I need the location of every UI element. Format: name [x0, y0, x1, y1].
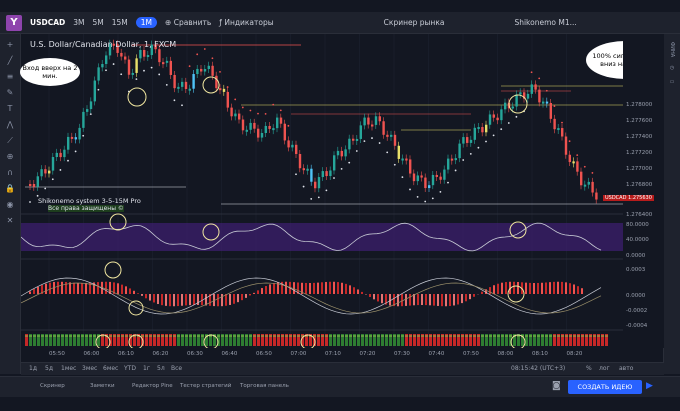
time-tick: 05:50	[49, 351, 65, 357]
time-tick: 06:30	[187, 351, 203, 357]
timeframe-3m[interactable]: 3M	[73, 18, 84, 27]
time-tick: 08:00	[497, 351, 514, 357]
range-1m[interactable]: 1мес	[61, 365, 76, 372]
brush-icon[interactable]: ✎	[5, 88, 15, 98]
time-tick: 06:00	[83, 351, 100, 357]
timeframe-15m[interactable]: 15M	[112, 18, 128, 27]
watermark-line1: Shikonemo system 3-5-15M Pro	[38, 197, 141, 205]
price-tick: 1.277000	[626, 166, 653, 172]
date-range-bar: 1д 5д 1мес 3мес 6мес YTD 1г 5л Все 08:15…	[21, 362, 664, 375]
price-tag: USDCAD 1.275630	[603, 195, 654, 201]
watermark-line2: Все права защищены ©	[48, 205, 124, 212]
chat-icon[interactable]: ▭	[669, 79, 675, 85]
create-idea-button[interactable]: СОЗДАТЬ ИДЕЮ	[568, 380, 642, 394]
time-tick: 06:10	[118, 351, 134, 357]
alerts-icon[interactable]: ◷	[669, 65, 675, 71]
bottom-panel-tabs: Скринер Заметки Редактор Pine Тестер стр…	[0, 376, 680, 397]
time-tick: 07:40	[428, 351, 445, 357]
trendline-icon[interactable]: ╱	[5, 56, 15, 66]
ruler-icon[interactable]: ⟋	[5, 136, 15, 146]
log-toggle[interactable]: лог	[599, 365, 610, 372]
timeframe-1m[interactable]: 1M	[135, 17, 158, 28]
time-tick: 07:20	[359, 351, 376, 357]
tab-notes[interactable]: Заметки	[90, 383, 115, 389]
screener-button[interactable]: Скринер рынка	[384, 18, 445, 27]
trash-icon[interactable]: ✕	[5, 216, 15, 226]
camera-icon[interactable]: ◙	[552, 381, 561, 391]
rsi-tick: 80.0000	[626, 222, 649, 228]
price-tick: 1.276400	[626, 212, 653, 218]
layout-name[interactable]: Shikonemo M1...	[514, 18, 576, 27]
range-5d[interactable]: 5д	[45, 365, 53, 372]
price-tick: 1.277600	[626, 118, 653, 124]
compare-button[interactable]: ⊕ Сравнить	[165, 18, 211, 27]
callout-left: Вход вверх на 2 мин.	[20, 58, 80, 86]
chart-title: U.S. Dollar/Canadian Dollar, 1, FXCM	[30, 40, 177, 49]
time-tick: 07:10	[325, 351, 341, 357]
price-tick: 1.278000	[626, 102, 653, 108]
price-tick: 1.277400	[626, 134, 653, 140]
clock-readout[interactable]: 08:15:42 (UTC+3)	[511, 365, 565, 372]
fib-icon[interactable]: ≡	[5, 72, 15, 82]
tab-screener[interactable]: Скринер	[40, 383, 65, 389]
price-chart-area[interactable]	[21, 34, 623, 348]
top-toolbar: Y USDCAD 3M 5M 15M 1M ⊕ Сравнить ƒ Индик…	[0, 12, 680, 34]
range-ytd[interactable]: YTD	[124, 365, 136, 372]
rsi-tick: 0.0000	[626, 253, 646, 259]
macd-tick: -0.0002	[626, 308, 648, 314]
time-tick: 06:50	[256, 351, 272, 357]
range-5y[interactable]: 5л	[157, 365, 165, 372]
range-all[interactable]: Все	[171, 365, 182, 372]
price-tag-value: 1.275630	[628, 195, 652, 201]
rsi-tick: 40.0000	[626, 237, 649, 243]
price-tick: 1.276800	[626, 182, 653, 188]
range-1d[interactable]: 1д	[29, 365, 37, 372]
macd-tick: 0.0000	[626, 293, 646, 299]
range-1y[interactable]: 1г	[143, 365, 150, 372]
lock-icon[interactable]: 🔒	[5, 184, 15, 194]
magnet-icon[interactable]: ∩	[5, 168, 15, 178]
tab-pine-editor[interactable]: Редактор Pine	[132, 383, 173, 389]
time-tick: 08:20	[566, 351, 583, 357]
range-3m[interactable]: 3мес	[82, 365, 97, 372]
price-tag-label: USDCAD	[605, 195, 627, 201]
timeframe-5m[interactable]: 5M	[93, 18, 104, 27]
symbol-selector[interactable]: USDCAD	[30, 18, 65, 27]
callout-left-text: Вход вверх на 2 мин.	[22, 64, 78, 80]
pattern-icon[interactable]: ⋀	[5, 120, 15, 130]
text-icon[interactable]: T	[5, 104, 15, 114]
price-tick: 1.277200	[626, 150, 653, 156]
zoom-icon[interactable]: ⊕	[5, 152, 15, 162]
tab-trading-panel[interactable]: Торговая панель	[240, 383, 289, 389]
crosshair-icon[interactable]: +	[5, 40, 15, 50]
compare-label: Сравнить	[173, 18, 212, 27]
time-axis[interactable]: 05:50 06:00 06:10 06:20 06:30 06:40 06:50 07:00…	[21, 349, 623, 361]
eye-icon[interactable]: ◉	[5, 200, 15, 210]
macd-tick: -0.0004	[626, 323, 648, 329]
time-tick: 07:50	[463, 351, 479, 357]
price-axis[interactable]: 1.278000 1.277600 1.277400 1.277200 1.27…	[623, 34, 664, 348]
auto-toggle[interactable]: авто	[619, 365, 633, 372]
time-tick: 06:20	[152, 351, 169, 357]
time-tick: 07:30	[394, 351, 410, 357]
app-logo-icon[interactable]: Y	[6, 14, 22, 31]
percent-toggle[interactable]: %	[586, 365, 592, 372]
play-icon[interactable]: ▶	[646, 381, 653, 391]
time-tick: 06:40	[221, 351, 238, 357]
indicators-label: Индикаторы	[224, 18, 274, 27]
indicators-button[interactable]: ƒ Индикаторы	[219, 18, 273, 27]
time-tick: 07:00	[290, 351, 307, 357]
macd-tick: 0.0003	[626, 267, 646, 273]
tab-strategy-tester[interactable]: Тестер стратегий	[180, 383, 231, 389]
trading-chart-window: Y USDCAD 3M 5M 15M 1M ⊕ Сравнить ƒ Индик…	[0, 0, 680, 411]
watchlist-tab[interactable]: ФИНА	[669, 42, 675, 57]
right-sidebar: ФИНА ◷ ▭	[663, 34, 680, 374]
range-6m[interactable]: 6мес	[103, 365, 118, 372]
time-tick: 08:10	[532, 351, 548, 357]
drawing-tools-sidebar: + ╱ ≡ ✎ T ⋀ ⟋ ⊕ ∩ 🔒 ◉ ✕	[0, 34, 21, 374]
